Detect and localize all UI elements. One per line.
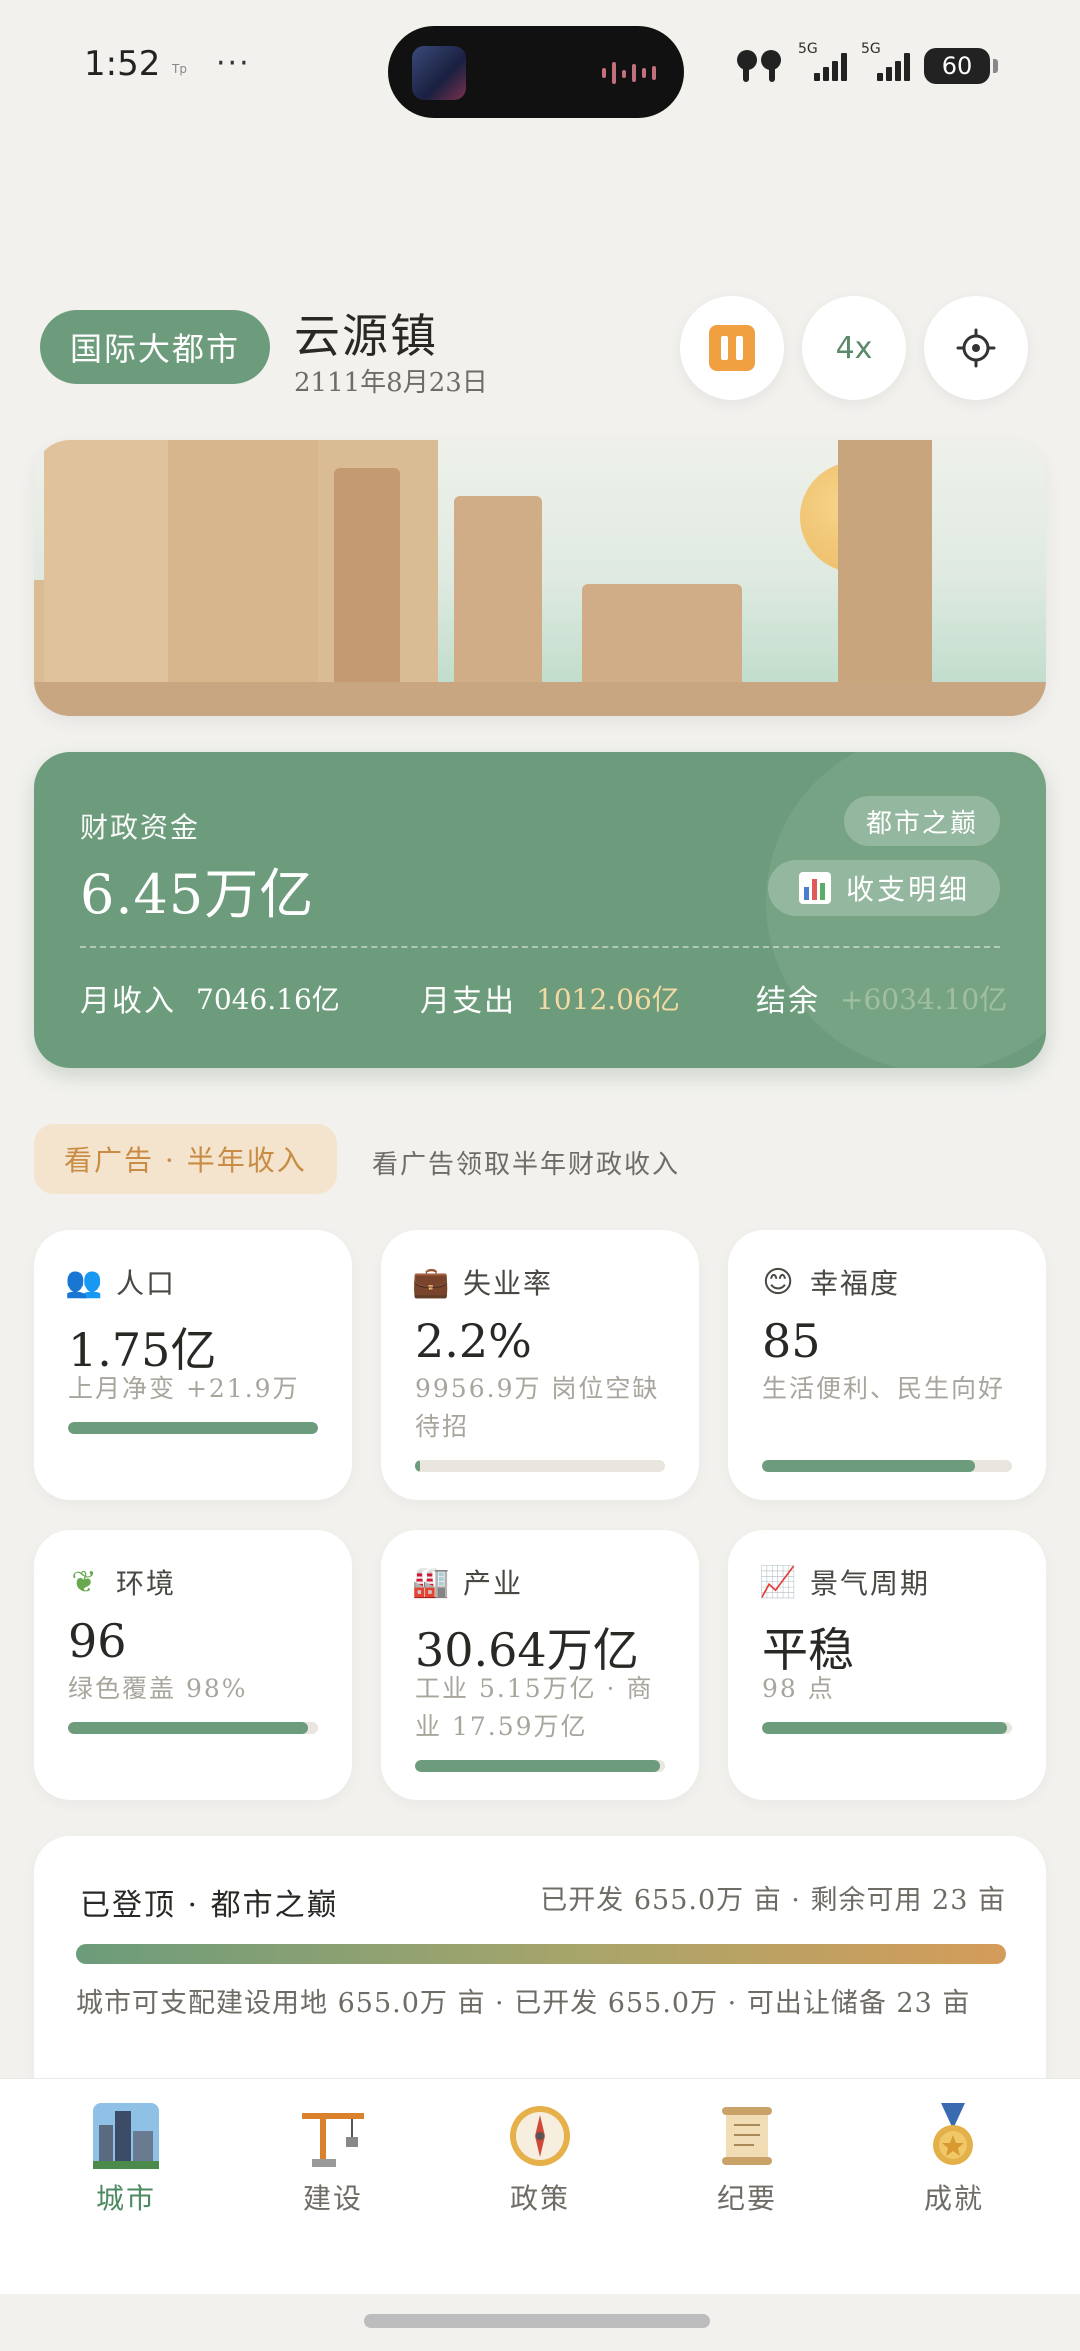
- stat-title: 产业: [463, 1567, 524, 1600]
- income-label: 月收入: [80, 984, 176, 1019]
- building: [168, 440, 318, 690]
- stat-card-happiness[interactable]: 😊 幸福度 85 生活便利、民生向好: [728, 1230, 1046, 1500]
- tab-minutes[interactable]: 纪要: [677, 2101, 817, 2217]
- building: [334, 468, 400, 690]
- building: [454, 496, 542, 690]
- stat-subtitle: 98 点: [762, 1674, 835, 1703]
- city-level-badge[interactable]: 国际大都市: [40, 310, 271, 384]
- stat-card-environment[interactable]: ❦ 环境 96 绿色覆盖 98%: [34, 1530, 352, 1800]
- audio-waveform-icon: [602, 62, 656, 84]
- stat-subtitle: 绿色覆盖 98%: [68, 1674, 248, 1703]
- stat-progress: [415, 1460, 665, 1472]
- stat-subtitle: 9956.9万 岗位空缺待招: [415, 1374, 660, 1441]
- expense-label: 月支出: [420, 984, 516, 1019]
- stat-title: 环境: [116, 1567, 177, 1600]
- finance-label: 财政资金: [80, 811, 201, 844]
- settings-button[interactable]: [924, 296, 1028, 400]
- tab-policy[interactable]: 政策: [470, 2101, 610, 2217]
- battery-indicator: 60: [924, 48, 998, 84]
- expense-value: 1012.06亿: [536, 983, 680, 1016]
- land-description: 城市可支配建设用地 655.0万 亩 · 已开发 655.0万 · 可出让储备 …: [76, 1988, 971, 2019]
- tp-indicator: Tp: [172, 62, 187, 76]
- chart-up-icon: 📈: [759, 1564, 799, 1600]
- stat-title: 失业率: [463, 1267, 554, 1300]
- tab-label: 建设: [302, 2182, 363, 2215]
- ground: [34, 682, 1046, 716]
- stat-title: 人口: [116, 1267, 177, 1300]
- bar-chart-icon: [798, 872, 831, 904]
- stat-progress: [415, 1760, 665, 1772]
- city-name: 云源镇: [294, 309, 438, 363]
- smile-icon: 😊: [762, 1264, 796, 1300]
- pause-button[interactable]: [680, 296, 784, 400]
- watch-ad-description: 看广告领取半年财政收入: [372, 1150, 681, 1180]
- stat-progress: [762, 1460, 1012, 1472]
- crane-icon: [298, 2101, 368, 2171]
- finance-summary-row: 月收入 7046.16亿 月支出 1012.06亿 结余 +6034.10亿: [80, 976, 1007, 1026]
- status-time: 1:52: [84, 44, 161, 84]
- status-right: 5G 5G 60: [734, 41, 998, 88]
- land-progress-bar: [76, 1944, 1006, 1964]
- finance-value: 6.45万亿: [80, 863, 315, 926]
- finance-detail-label: 收支明细: [845, 873, 970, 906]
- more-dots-icon: ···: [216, 46, 251, 81]
- medal-icon: [919, 2101, 989, 2171]
- city-skyline-banner: [34, 440, 1046, 716]
- finance-detail-button[interactable]: 收支明细: [767, 860, 1000, 916]
- now-playing-artwork: [412, 46, 466, 100]
- balance-label: 结余: [756, 984, 820, 1019]
- stat-card-industry[interactable]: 🏭 产业 30.64万亿 工业 5.15万亿 · 商业 17.59万亿: [381, 1530, 699, 1800]
- building: [44, 440, 174, 690]
- speed-button[interactable]: 4x: [802, 296, 906, 400]
- cellular-signal-2-icon: 5G: [861, 41, 910, 81]
- tab-label: 城市: [95, 2182, 156, 2215]
- stat-title: 幸福度: [810, 1267, 901, 1300]
- stat-progress: [68, 1722, 318, 1734]
- stat-progress: [762, 1722, 1012, 1734]
- land-summary: 已开发 655.0万 亩 · 剩余可用 23 亩: [540, 1885, 1006, 1916]
- earbuds-icon: [737, 50, 781, 82]
- stat-subtitle: 生活便利、民生向好: [762, 1374, 1006, 1403]
- bottom-tab-bar: 城市 建设 政策 纪要 成就: [0, 2078, 1080, 2294]
- city-icon: [91, 2101, 161, 2171]
- finance-tier-badge: 都市之巅: [843, 796, 1000, 846]
- stat-card-economic-cycle[interactable]: 📈 景气周期 平稳 98 点: [728, 1530, 1046, 1800]
- tab-label: 成就: [923, 2182, 984, 2215]
- pause-icon: [709, 325, 755, 371]
- stat-value: 2.2%: [415, 1314, 532, 1368]
- balance-value: +6034.10亿: [840, 983, 1008, 1016]
- game-date: 2111年8月23日: [294, 368, 488, 398]
- status-bar: 1:52 Tp ··· 5G 5G 60: [0, 0, 1080, 140]
- cellular-signal-1-icon: 5G: [798, 41, 847, 81]
- dynamic-island[interactable]: [388, 26, 684, 118]
- stat-subtitle: 工业 5.15万亿 · 商业 17.59万亿: [415, 1674, 654, 1741]
- compass-icon: [505, 2101, 575, 2171]
- stat-card-unemployment[interactable]: 💼 失业率 2.2% 9956.9万 岗位空缺待招: [381, 1230, 699, 1500]
- factory-icon: 🏭: [412, 1564, 452, 1600]
- tab-city[interactable]: 城市: [56, 2101, 196, 2217]
- people-icon: 👥: [65, 1264, 105, 1300]
- tab-build[interactable]: 建设: [263, 2101, 403, 2217]
- stat-value: 85: [762, 1314, 821, 1368]
- scroll-icon: [712, 2101, 782, 2171]
- tab-label: 纪要: [716, 2182, 777, 2215]
- leaf-icon: ❦: [71, 1564, 99, 1600]
- stat-progress: [68, 1422, 318, 1434]
- city-header: 国际大都市 云源镇 2111年8月23日 4x: [40, 296, 1040, 406]
- briefcase-icon: 💼: [412, 1264, 452, 1300]
- stat-value: 96: [68, 1614, 127, 1668]
- gear-icon: [956, 328, 996, 368]
- home-indicator[interactable]: [364, 2314, 710, 2328]
- building: [838, 440, 932, 690]
- stat-card-population[interactable]: 👥 人口 1.75亿 上月净变 +21.9万: [34, 1230, 352, 1500]
- stat-subtitle: 上月净变 +21.9万: [68, 1374, 300, 1403]
- building: [582, 584, 742, 690]
- income-value: 7046.16亿: [196, 983, 340, 1016]
- land-title: 已登顶 · 都市之巅: [80, 1888, 339, 1923]
- stat-title: 景气周期: [810, 1567, 931, 1600]
- finance-card: 财政资金 6.45万亿 都市之巅 收支明细 月收入 7046.16亿 月支出 1…: [34, 752, 1046, 1068]
- tab-label: 政策: [509, 2182, 570, 2215]
- watch-ad-button[interactable]: 看广告 · 半年收入: [34, 1124, 337, 1194]
- tab-achievements[interactable]: 成就: [884, 2101, 1024, 2217]
